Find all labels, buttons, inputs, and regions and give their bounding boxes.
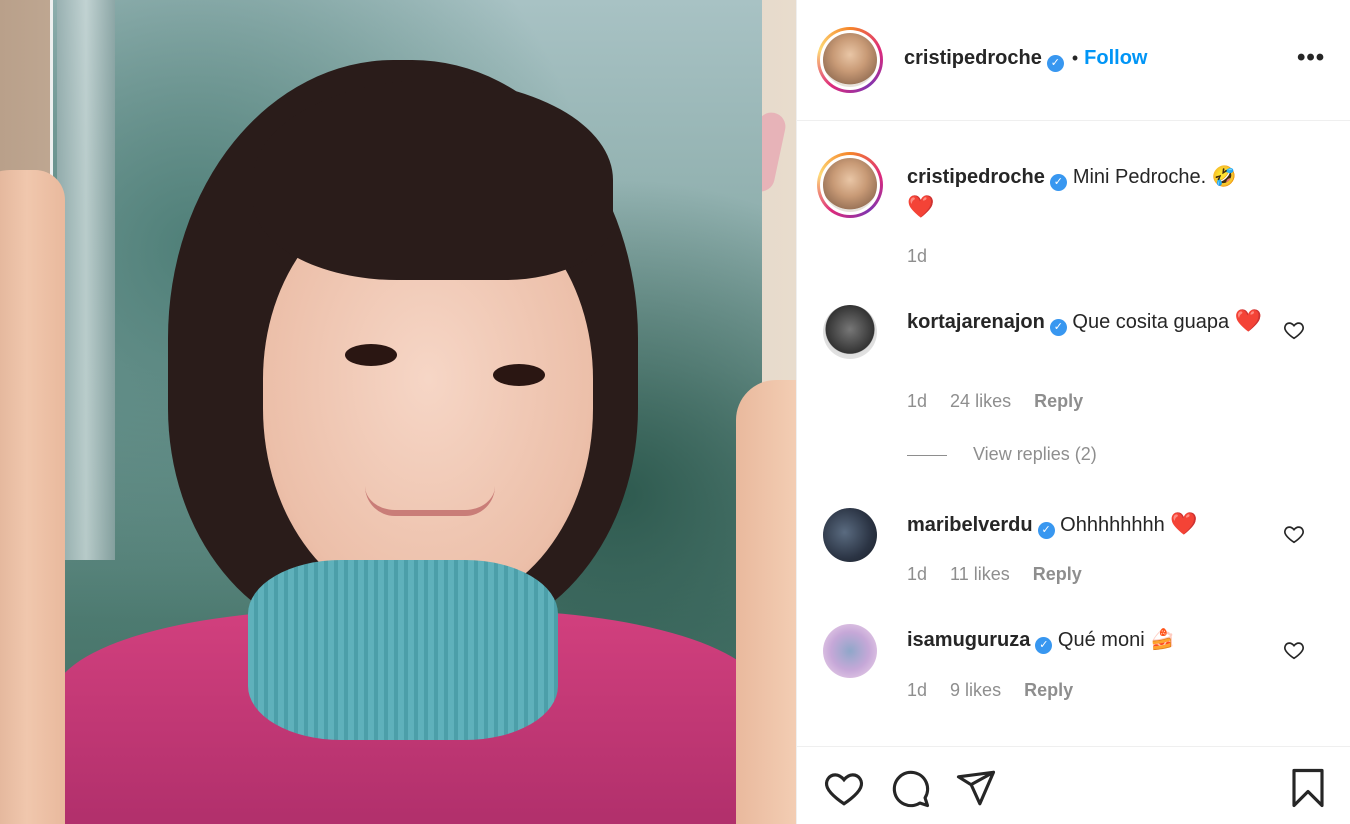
old-school-photo: [50, 0, 762, 824]
caption-heart-emoji: ❤️: [907, 194, 935, 219]
verified-badge-icon: ✓: [1046, 55, 1064, 72]
post-header: cristipedroche ✓ • Follow •••: [797, 0, 1350, 121]
caption-avatar[interactable]: [817, 152, 883, 218]
caption-meta: 1d: [907, 246, 945, 267]
separator-dot: •: [1071, 48, 1079, 68]
comment: isamuguruza ✓ Qué moni 🍰: [907, 625, 1277, 655]
comment-icon[interactable]: [889, 767, 931, 809]
post-actions-bar: [797, 746, 1350, 824]
caption-username[interactable]: cristipedroche: [907, 166, 1045, 188]
comment-avatar[interactable]: [823, 624, 877, 678]
comment-likes[interactable]: 24 likes: [950, 391, 1011, 411]
comment-text: Qué moni: [1057, 629, 1145, 651]
comment-meta: 1d 11 likes Reply: [907, 564, 1100, 585]
more-options-icon[interactable]: •••: [1297, 44, 1325, 72]
follow-button[interactable]: Follow: [1084, 47, 1147, 69]
comment-timestamp[interactable]: 1d: [907, 391, 927, 411]
like-comment-heart-icon[interactable]: [1283, 319, 1305, 341]
like-comment-heart-icon[interactable]: [1283, 639, 1305, 661]
view-replies-button[interactable]: View replies (2): [907, 444, 1097, 465]
photo-hand-left: [0, 170, 65, 824]
author-avatar[interactable]: [817, 27, 883, 93]
reply-button[interactable]: Reply: [1024, 680, 1073, 700]
bookmark-icon[interactable]: [1287, 767, 1329, 809]
comment-avatar[interactable]: [823, 305, 877, 359]
heart-icon[interactable]: [823, 767, 865, 809]
avatar-image: [823, 33, 877, 87]
comment-likes[interactable]: 11 likes: [950, 564, 1010, 584]
verified-badge-icon: ✓: [1049, 174, 1067, 191]
comment-avatar[interactable]: [823, 508, 877, 562]
photo-turtleneck: [248, 560, 558, 740]
verified-badge-icon: ✓: [1037, 522, 1055, 539]
comment-emoji: ❤️: [1234, 308, 1263, 333]
caption: cristipedroche ✓ Mini Pedroche. 🤣 ❤️: [907, 162, 1307, 223]
comment-likes[interactable]: 9 likes: [950, 680, 1001, 700]
comment-text: Que cosita guapa: [1072, 311, 1230, 333]
comment-username[interactable]: kortajarenajon: [907, 311, 1045, 333]
reply-button[interactable]: Reply: [1034, 391, 1083, 411]
comment: kortajarenajon ✓ Que cosita guapa ❤️: [907, 306, 1277, 337]
comment: maribelverdu ✓ Ohhhhhhhh ❤️: [907, 509, 1277, 540]
verified-badge-icon: ✓: [1049, 319, 1067, 336]
view-replies-label: View replies (2): [973, 444, 1097, 464]
header-user: cristipedroche ✓ • Follow: [904, 47, 1147, 72]
comment-timestamp[interactable]: 1d: [907, 564, 927, 584]
comment-text: Ohhhhhhhh: [1060, 514, 1165, 536]
share-icon[interactable]: [955, 767, 997, 809]
author-username[interactable]: cristipedroche: [904, 47, 1042, 69]
caption-text: Mini Pedroche. 🤣: [1072, 166, 1237, 188]
comment-username[interactable]: maribelverdu: [907, 514, 1033, 536]
comment-meta: 1d 24 likes Reply: [907, 391, 1101, 412]
divider-line: [907, 454, 947, 456]
photo-hand-right: [736, 380, 796, 824]
post-photo[interactable]: [0, 0, 796, 824]
verified-badge-icon: ✓: [1035, 637, 1053, 654]
caption-timestamp[interactable]: 1d: [907, 246, 927, 266]
post-sidebar: cristipedroche ✓ • Follow ••• cristipedroch…: [796, 0, 1350, 824]
like-comment-heart-icon[interactable]: [1283, 523, 1305, 545]
comment-timestamp[interactable]: 1d: [907, 680, 927, 700]
comment-emoji: ❤️: [1170, 511, 1198, 536]
comment-emoji: 🍰: [1150, 629, 1176, 651]
reply-button[interactable]: Reply: [1033, 564, 1082, 584]
comment-username[interactable]: isamuguruza: [907, 629, 1030, 651]
comment-meta: 1d 9 likes Reply: [907, 680, 1091, 701]
